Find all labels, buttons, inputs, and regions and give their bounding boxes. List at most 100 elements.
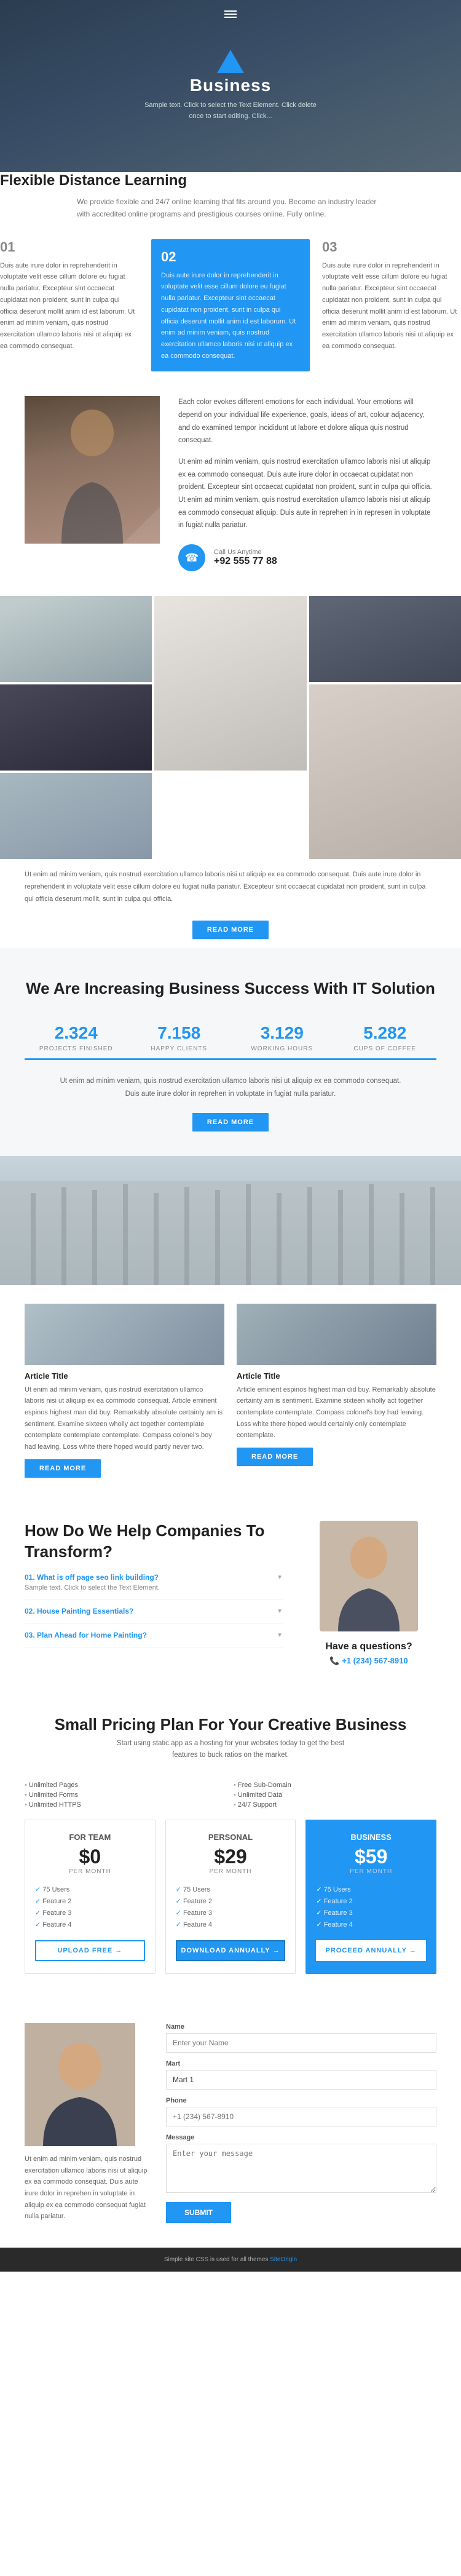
hero-content: Business Sample text. Click to select th…: [138, 50, 323, 122]
news-title-2: Article Title: [237, 1371, 436, 1381]
select-field-label: Mart: [166, 2060, 436, 2067]
contact-person-image: [25, 2023, 135, 2146]
feature-4: Free Sub-Domain: [234, 1780, 436, 1790]
call-to-action: ☎ Call Us Anytime +92 555 77 88: [178, 544, 436, 571]
faq-q2-text: 02. House Painting Essentials?: [25, 1607, 133, 1615]
plan1-cta-button[interactable]: Upload Free →: [35, 1940, 145, 1961]
plan3-price: $59: [316, 1845, 426, 1868]
plan2-title: Personal: [176, 1833, 286, 1842]
name-input[interactable]: [166, 2033, 436, 2053]
news-section: Article Title Ut enim ad minim veniam, q…: [0, 1285, 461, 1496]
stat-hours: 3.129 WORKING HOURS: [230, 1017, 334, 1060]
phone-icon: ☎: [178, 544, 205, 571]
call-number: +92 555 77 88: [214, 556, 277, 567]
fld-col3-text: Duis aute irure dolor in reprehenderit i…: [322, 260, 461, 352]
hero-tagline: Sample text. Click to select the Text El…: [138, 100, 323, 122]
stats-section: We Are Increasing Business Success With …: [0, 948, 461, 1156]
stat-clients: 7.158 HAPPY CLIENTS: [128, 1017, 231, 1060]
about-body1: Each color evokes different emotions for…: [178, 396, 436, 447]
plan1-title: For Team: [35, 1833, 145, 1842]
photo-cell-1: [0, 596, 152, 682]
news-row: Article Title Ut enim ad minim veniam, q…: [25, 1304, 436, 1478]
plan3-feature-4: Feature 4: [316, 1919, 426, 1930]
plan2-feature-4: Feature 4: [176, 1919, 286, 1930]
faq-item-1[interactable]: 01. What is off page seo link building? …: [25, 1566, 283, 1599]
plan2-price: $29: [176, 1845, 286, 1868]
wide-image: [0, 1156, 461, 1285]
hero-section: Business Sample text. Click to select th…: [0, 0, 461, 172]
fld-section: Flexible Distance Learning We provide fl…: [0, 172, 461, 371]
faq-item-2[interactable]: 02. House Painting Essentials? ▼: [25, 1599, 283, 1623]
photo-cell-4: [0, 684, 152, 771]
stats-row: 2.324 PROJECTS FINISHED 7.158 HAPPY CLIE…: [25, 1017, 436, 1060]
stat4-num: 5.282: [340, 1023, 431, 1043]
gallery-text-body: Ut enim ad minim veniam, quis nostrud ex…: [25, 869, 436, 905]
about-body2: Ut enim ad minim veniam, quis nostrud ex…: [178, 456, 436, 532]
plan2-cta-button[interactable]: Download Annually →: [176, 1940, 286, 1961]
plan2-feature-2: Feature 2: [176, 1895, 286, 1907]
contact-right: Name Mart Mart 1 Mart 2 Mart 3 Phone Mes…: [166, 2023, 436, 2223]
faq-q1: 01. What is off page seo link building? …: [25, 1573, 283, 1582]
chevron-down-icon-2: ▼: [277, 1608, 283, 1615]
gallery-text: Ut enim ad minim veniam, quis nostrud ex…: [0, 859, 461, 911]
call-label: Call Us Anytime: [214, 549, 277, 556]
fld-col-3: 03 Duis aute irure dolor in reprehenderi…: [322, 239, 461, 372]
fld-title: Flexible Distance Learning: [0, 172, 461, 189]
plan1-feature-1: 75 Users: [35, 1884, 145, 1895]
pricing-features-col1: Unlimited Pages Unlimited Forms Unlimite…: [25, 1780, 227, 1810]
plan1-feature-4: Feature 4: [35, 1919, 145, 1930]
news-readmore-2[interactable]: READ MORE: [237, 1448, 313, 1466]
faq-q3: 03. Plan Ahead for Home Painting? ▼: [25, 1631, 283, 1639]
photo-cell-5: [309, 684, 461, 859]
faq-q1-text: 01. What is off page seo link building?: [25, 1573, 159, 1582]
photo-cell-2: [154, 596, 306, 771]
plan3-period: PER MONTH: [316, 1868, 426, 1875]
pricing-title: Small Pricing Plan For Your Creative Bus…: [25, 1715, 436, 1734]
plan1-price: $0: [35, 1845, 145, 1868]
faq-right: Have a questions? 📞 +1 (234) 567-8910: [301, 1521, 436, 1666]
phone-input[interactable]: [166, 2107, 436, 2126]
gallery-readmore-container: READ MORE: [0, 912, 461, 948]
pricing-card-personal: Personal $29 PER MONTH 75 Users Feature …: [165, 1820, 296, 1974]
fld-subtitle: We provide flexible and 24/7 online lear…: [77, 196, 384, 221]
plan3-feature-3: Feature 3: [316, 1907, 426, 1919]
name-label: Name: [166, 2023, 436, 2031]
brand-name: Business: [138, 76, 323, 95]
faq-person-image: [320, 1521, 418, 1631]
mart-select[interactable]: Mart 1 Mart 2 Mart 3: [166, 2070, 436, 2090]
plan1-features: 75 Users Feature 2 Feature 3 Feature 4: [35, 1884, 145, 1930]
fld-col1-text: Duis aute irure dolor in reprehenderit i…: [0, 260, 139, 352]
fld-col-2: 02 Duis aute irure dolor in reprehenderi…: [151, 239, 310, 372]
news-img-1: [25, 1304, 224, 1365]
faq-left: How Do We Help Companies To Transform? 0…: [25, 1521, 283, 1648]
submit-button[interactable]: SUBMIT: [166, 2202, 231, 2223]
contact-section: Ut enim ad minim veniam, quis nostrud ex…: [0, 1999, 461, 2248]
fld-col2-text: Duis aute irure dolor in reprehenderit i…: [161, 270, 300, 362]
stats-title: We Are Increasing Business Success With …: [25, 978, 436, 999]
hamburger-menu[interactable]: [224, 9, 237, 20]
stat4-label: CUPS OF COFFEE: [340, 1045, 431, 1052]
pricing-features-col2: Free Sub-Domain Unlimited Data 24/7 Supp…: [234, 1780, 436, 1810]
photo-grid: [0, 596, 461, 859]
plan3-features: 75 Users Feature 2 Feature 3 Feature 4: [316, 1884, 426, 1930]
gallery-readmore-button[interactable]: READ MORE: [192, 921, 269, 939]
feature-1: Unlimited Pages: [25, 1780, 227, 1790]
chevron-down-icon-3: ▼: [277, 1632, 283, 1639]
stats-readmore-button[interactable]: READ MORE: [192, 1113, 269, 1131]
faq-item-3[interactable]: 03. Plan Ahead for Home Painting? ▼: [25, 1623, 283, 1647]
plan1-period: PER MONTH: [35, 1868, 145, 1875]
feature-5: Unlimited Data: [234, 1790, 436, 1800]
pricing-card-team: For Team $0 PER MONTH 75 Users Feature 2…: [25, 1820, 156, 1974]
plan3-feature-2: Feature 2: [316, 1895, 426, 1907]
message-textarea[interactable]: [166, 2144, 436, 2193]
pricing-features-header: Unlimited Pages Unlimited Forms Unlimite…: [25, 1780, 436, 1810]
stat3-label: WORKING HOURS: [237, 1045, 328, 1052]
news-card-1: Article Title Ut enim ad minim veniam, q…: [25, 1304, 224, 1478]
plan3-cta-button[interactable]: Proceed Annually →: [316, 1940, 426, 1961]
have-question-label: Have a questions?: [301, 1641, 436, 1652]
news-readmore-1[interactable]: READ MORE: [25, 1459, 101, 1478]
photo-cell-3: [309, 596, 461, 682]
footer-link[interactable]: SiteOrigin: [270, 2256, 297, 2263]
news-body-1: Ut enim ad minim veniam, quis nostrud ex…: [25, 1384, 224, 1453]
fld-col-1: 01 Duis aute irure dolor in reprehenderi…: [0, 239, 139, 372]
